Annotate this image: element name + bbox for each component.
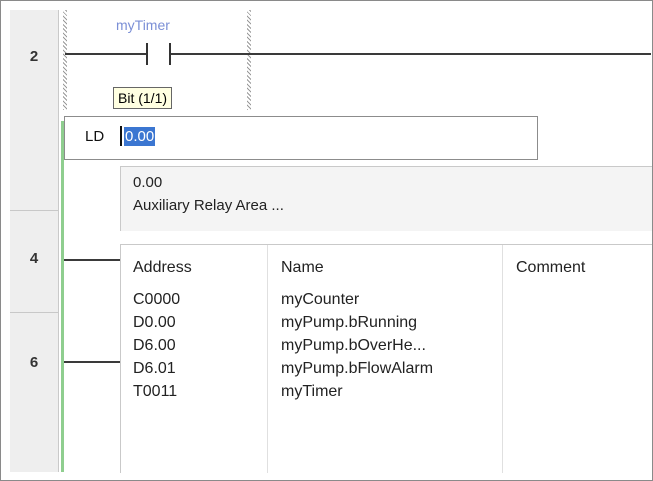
rung-hatch-left: [63, 10, 67, 110]
list-item-address: T0011: [133, 383, 178, 400]
column-header-name[interactable]: Name: [281, 259, 324, 277]
list-item[interactable]: D6.01 myPump.bFlowAlarm: [121, 360, 652, 382]
column-divider: [267, 245, 268, 473]
rung-hatch-right: [247, 10, 251, 110]
instruction-editor[interactable]: LD 0.00: [64, 116, 538, 160]
info-area: Auxiliary Relay Area ...: [133, 197, 284, 214]
list-item[interactable]: C0000 myCounter: [121, 291, 652, 313]
rung-number: 2: [29, 48, 39, 65]
column-header-address[interactable]: Address: [133, 259, 192, 277]
operand-selected-text[interactable]: 0.00: [124, 127, 156, 146]
list-item-name: myPump.bFlowAlarm: [281, 360, 434, 377]
list-item[interactable]: D0.00 myPump.bRunning: [121, 314, 652, 336]
list-item-name: myTimer: [281, 383, 343, 400]
info-address: 0.00: [133, 174, 163, 191]
rung-number: 4: [29, 250, 39, 267]
rung-wire: [65, 53, 147, 55]
rung-gutter: 2 4 6: [10, 10, 59, 472]
rung-wire: [171, 53, 651, 55]
instruction-mnemonic: LD: [85, 128, 105, 145]
column-divider: [502, 245, 503, 473]
column-header-comment[interactable]: Comment: [516, 259, 585, 277]
list-item-address: D0.00: [133, 314, 176, 331]
text-caret: [120, 126, 122, 146]
rung-number: 6: [29, 354, 39, 371]
power-rail: [61, 121, 64, 472]
list-item-name: myCounter: [281, 291, 360, 308]
operand-input[interactable]: [118, 125, 418, 147]
list-item-address: D6.01: [133, 360, 176, 377]
symbol-list[interactable]: Address Name Comment C0000 myCounter D0.…: [120, 244, 652, 473]
list-item-address: C0000: [133, 291, 181, 308]
rung-divider: [10, 312, 58, 313]
contact-label[interactable]: myTimer: [116, 17, 170, 33]
list-item-address: D6.00: [133, 337, 176, 354]
list-item[interactable]: T0011 myTimer: [121, 383, 652, 405]
list-item-name: myPump.bRunning: [281, 314, 418, 331]
rung-divider: [10, 210, 58, 211]
address-info-panel: 0.00 Auxiliary Relay Area ...: [120, 166, 652, 231]
rung-wire: [64, 361, 120, 363]
operand-tooltip: Bit (1/1): [113, 87, 173, 109]
list-item-name: myPump.bOverHe...: [281, 337, 426, 354]
list-item[interactable]: D6.00 myPump.bOverHe...: [121, 337, 652, 359]
ladder-editor: 2 4 6 myTimer Bit (1/1) LD 0.00 0.00 Aux…: [0, 0, 653, 481]
rung-wire: [64, 259, 120, 261]
contact-left-bar: [146, 43, 148, 65]
